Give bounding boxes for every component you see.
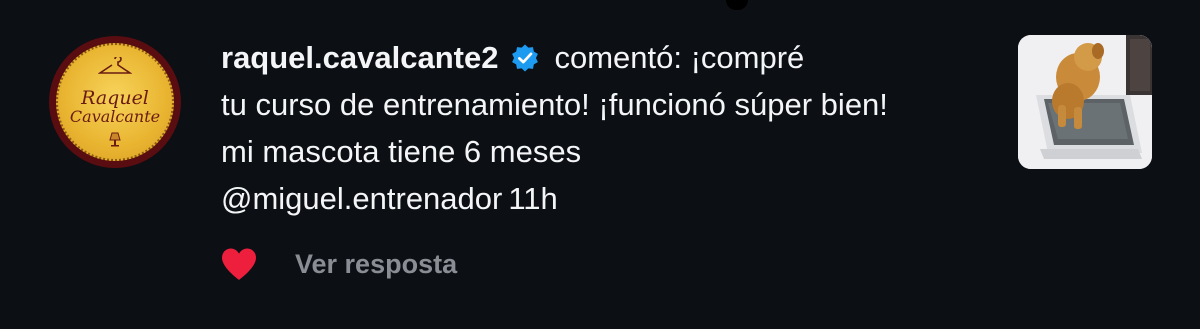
avatar-logo: Raquel Cavalcante	[56, 43, 174, 161]
lamp-icon	[109, 132, 121, 147]
comment-text-line-1: ¡compré	[690, 40, 805, 75]
avatar[interactable]: Raquel Cavalcante	[49, 36, 181, 168]
avatar-logo-text-2: Cavalcante	[69, 106, 161, 126]
heart-icon[interactable]	[219, 246, 259, 282]
comment-text-line-3: mi mascota tiene 6 meses	[221, 134, 582, 169]
username-link[interactable]: raquel.cavalcante2	[221, 40, 498, 75]
avatar-logo-text-1: Raquel	[81, 86, 149, 109]
comment-action: comentó:	[554, 40, 682, 75]
comment-body: raquel.cavalcante2 comentó: ¡compré tu c…	[221, 34, 1001, 222]
hanger-icon	[98, 57, 132, 74]
post-thumbnail[interactable]	[1018, 35, 1152, 169]
verified-badge-icon	[512, 44, 539, 72]
view-reply-button[interactable]: Ver resposta	[295, 246, 457, 282]
timestamp: 11h	[508, 181, 558, 216]
comment-text-line-2: tu curso de entrenamiento! ¡funcionó súp…	[221, 87, 888, 122]
mention-link[interactable]: @miguel.entrenador	[221, 181, 502, 216]
post-thumbnail-icon	[1018, 35, 1152, 169]
comment-notification: Raquel Cavalcante raquel.cavalcante2 com…	[0, 0, 1200, 329]
